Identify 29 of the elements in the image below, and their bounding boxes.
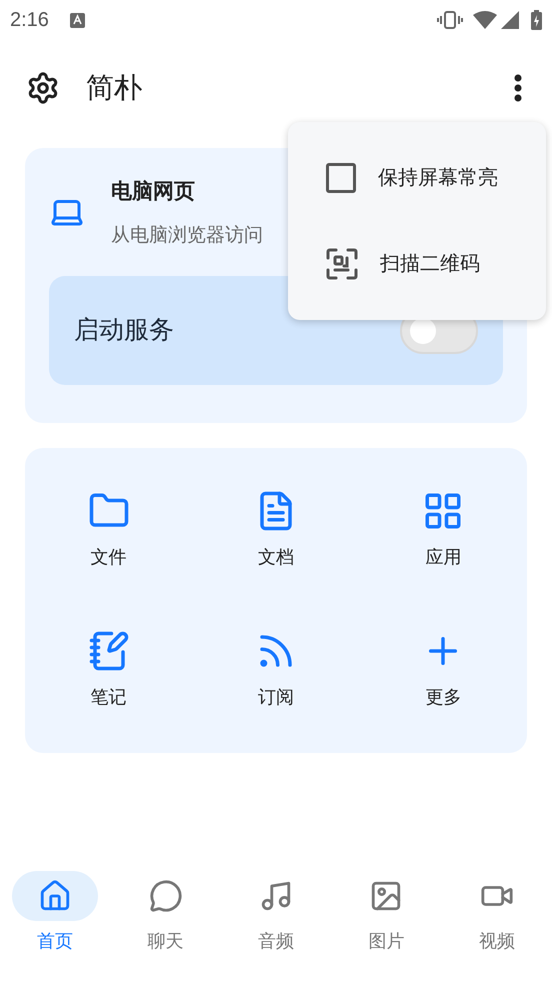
vibrate-icon [437,10,463,30]
nav-tab[interactable]: 图片 [331,871,442,959]
shortcut-item[interactable]: 笔记 [25,600,192,741]
notebook-icon [88,630,130,672]
card-title: 电脑网页 [111,178,196,205]
shortcut-item[interactable]: 文件 [25,460,192,600]
nav-tab[interactable]: 首页 [0,871,110,959]
settings-button[interactable] [26,70,60,104]
shortcut-item[interactable]: 文档 [192,460,360,600]
app-title: 简朴 [86,70,142,104]
menu-item[interactable]: 扫描二维码 [288,221,546,307]
qr-scan-icon [326,248,358,280]
nav-tab[interactable]: 视频 [442,871,552,959]
keyboard-notification-icon [70,12,85,28]
shortcut-item[interactable]: 更多 [360,600,527,741]
wifi-icon [473,11,497,29]
shortcut-item[interactable]: 应用 [360,460,527,600]
more-vertical-icon [514,74,522,102]
card-subtitle: 从电脑浏览器访问 [111,224,263,248]
menu-item[interactable]: 保持屏幕常亮 [288,135,546,221]
settings-icon [26,70,60,104]
nav-tab[interactable]: 音频 [220,871,332,959]
battery-icon [531,10,542,30]
shortcut-item[interactable]: 订阅 [192,600,360,741]
nav-tab[interactable]: 聊天 [110,871,221,959]
status-time: 2:16 [10,8,49,33]
chat-bubble-icon [148,879,183,913]
signal-icon [501,11,519,29]
service-label: 启动服务 [74,314,174,346]
